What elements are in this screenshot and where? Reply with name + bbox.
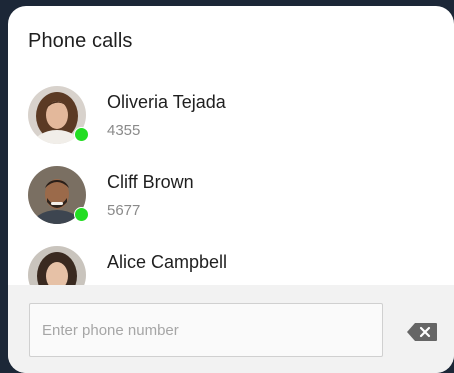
contact-name: Cliff Brown	[107, 172, 194, 192]
contact-item[interactable]: Oliveria Tejada 4355	[28, 86, 428, 148]
phone-calls-panel: Phone calls Oliveria Tejada 4355 Cliff B…	[8, 6, 454, 373]
contact-number: 5677	[107, 202, 141, 219]
online-status-indicator	[74, 127, 89, 142]
backspace-icon	[407, 323, 437, 341]
dial-footer	[8, 285, 454, 373]
contact-item[interactable]: Cliff Brown 5677	[28, 166, 428, 228]
panel-title: Phone calls	[28, 30, 133, 52]
phone-number-input[interactable]	[29, 303, 383, 357]
contact-number: 4355	[107, 122, 141, 139]
backspace-button[interactable]	[406, 322, 438, 342]
contact-name: Alice Campbell	[107, 252, 228, 272]
online-status-indicator	[74, 207, 89, 222]
contact-name: Oliveria Tejada	[107, 92, 226, 112]
